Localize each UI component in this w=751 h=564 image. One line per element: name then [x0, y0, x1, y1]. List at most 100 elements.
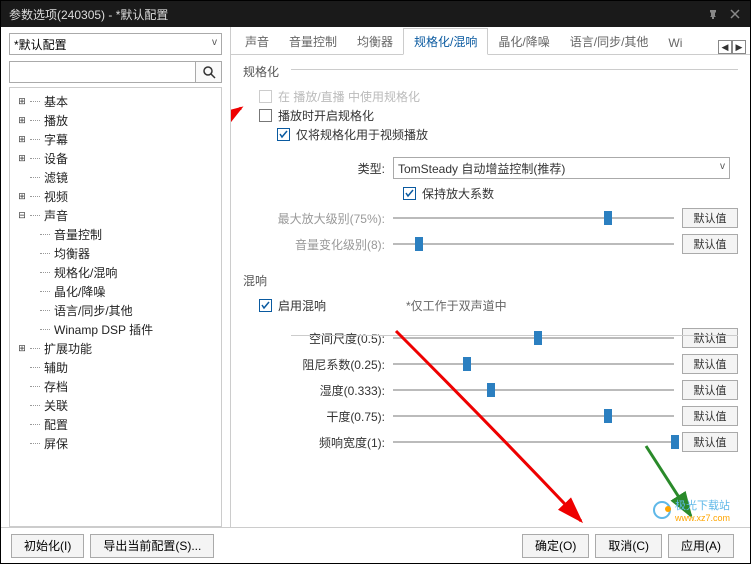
- live-normalize-checkbox[interactable]: [259, 90, 272, 103]
- tree-item-label: 关联: [44, 397, 68, 414]
- tab[interactable]: 均衡器: [347, 29, 403, 54]
- type-label: 类型:: [243, 160, 393, 177]
- minus-icon[interactable]: ⊟: [16, 210, 28, 222]
- default-button-maxamp[interactable]: 默认值: [682, 208, 738, 228]
- max-amp-label: 最大放大级别(75%):: [243, 210, 393, 227]
- cancel-button[interactable]: 取消(C): [595, 534, 662, 558]
- tabs: 声音音量控制均衡器规格化/混响晶化/降噪语言/同步/其他Wi ◀ ▶: [231, 27, 750, 55]
- tree-item[interactable]: ⊟ 声音: [12, 206, 219, 225]
- tree-item[interactable]: 音量控制: [12, 225, 219, 244]
- pin-icon[interactable]: [706, 7, 720, 21]
- tree-item[interactable]: Winamp DSP 插件: [12, 320, 219, 339]
- preset-select[interactable]: *默认配置 v: [9, 33, 222, 55]
- wet-slider[interactable]: [393, 383, 674, 397]
- apply-button[interactable]: 应用(A): [668, 534, 734, 558]
- tree-item[interactable]: 滤镜: [12, 168, 219, 187]
- only-video-label: 仅将规格化用于视频播放: [296, 126, 428, 143]
- default-button-wet[interactable]: 默认值: [682, 380, 738, 400]
- default-button-room[interactable]: 默认值: [682, 328, 738, 348]
- tree-item-label: 配置: [44, 416, 68, 433]
- onplay-normalize-label: 播放时开启规格化: [278, 107, 374, 124]
- room-slider[interactable]: [393, 331, 674, 345]
- width-slider[interactable]: [393, 435, 674, 449]
- tree-leaf-icon: [16, 381, 28, 393]
- onplay-normalize-checkbox[interactable]: [259, 109, 272, 122]
- tree-item[interactable]: 配置: [12, 415, 219, 434]
- max-amp-slider[interactable]: [393, 211, 674, 225]
- damp-slider[interactable]: [393, 357, 674, 371]
- type-select-value: TomSteady 自动增益控制(推荐): [398, 162, 565, 176]
- tree-item-label: 晶化/降噪: [54, 283, 105, 300]
- tree-item[interactable]: ⊞ 设备: [12, 149, 219, 168]
- tab[interactable]: 规格化/混响: [403, 28, 488, 55]
- tree-item[interactable]: 语言/同步/其他: [12, 301, 219, 320]
- tree-item[interactable]: 辅助: [12, 358, 219, 377]
- tab[interactable]: 晶化/降噪: [488, 29, 559, 54]
- tree-leaf-icon: [16, 400, 28, 412]
- tab[interactable]: 音量控制: [279, 29, 347, 54]
- tree-item[interactable]: ⊞ 扩展功能: [12, 339, 219, 358]
- tree-item-label: 视频: [44, 188, 68, 205]
- search-input[interactable]: [9, 61, 196, 83]
- tabs-scroll-left[interactable]: ◀: [718, 40, 732, 54]
- sidebar: *默认配置 v ⊞ 基本 ⊞ 播放 ⊞ 字幕 ⊞ 设备滤镜 ⊞ 视频 ⊟ 声音音量控制均衡器规格化/混…: [1, 27, 231, 527]
- tree-item-label: 声音: [44, 207, 68, 224]
- tree-item-label: 均衡器: [54, 245, 90, 262]
- default-button-damp[interactable]: 默认值: [682, 354, 738, 374]
- damp-label: 阻尼系数(0.25):: [243, 356, 393, 373]
- tabs-scroll-right[interactable]: ▶: [732, 40, 746, 54]
- default-button-dry[interactable]: 默认值: [682, 406, 738, 426]
- init-button[interactable]: 初始化(I): [11, 534, 84, 558]
- plus-icon[interactable]: ⊞: [16, 134, 28, 146]
- keep-coef-label: 保持放大系数: [422, 185, 494, 202]
- dry-slider[interactable]: [393, 409, 674, 423]
- tree-item-label: 基本: [44, 93, 68, 110]
- tree-item[interactable]: 关联: [12, 396, 219, 415]
- live-normalize-label: 在 播放/直播 中使用规格化: [278, 88, 420, 105]
- reverb-enable-checkbox[interactable]: [259, 299, 272, 312]
- tree-item[interactable]: ⊞ 基本: [12, 92, 219, 111]
- tree-item-label: 字幕: [44, 131, 68, 148]
- tree-item[interactable]: ⊞ 字幕: [12, 130, 219, 149]
- plus-icon[interactable]: ⊞: [16, 191, 28, 203]
- keep-coef-checkbox[interactable]: [403, 187, 416, 200]
- reverb-note: *仅工作于双声道中: [406, 297, 507, 314]
- vol-change-label: 音量变化级别(8):: [243, 236, 393, 253]
- close-icon[interactable]: [728, 7, 742, 21]
- tree-item[interactable]: 规格化/混响: [12, 263, 219, 282]
- default-button-width[interactable]: 默认值: [682, 432, 738, 452]
- plus-icon[interactable]: ⊞: [16, 115, 28, 127]
- tree-item-label: 辅助: [44, 359, 68, 376]
- tree-item[interactable]: 均衡器: [12, 244, 219, 263]
- plus-icon[interactable]: ⊞: [16, 153, 28, 165]
- only-video-checkbox[interactable]: [277, 128, 290, 141]
- tree-item[interactable]: ⊞ 视频: [12, 187, 219, 206]
- tab[interactable]: Wi: [658, 32, 692, 54]
- vol-change-slider[interactable]: [393, 237, 674, 251]
- tree-item-label: 扩展功能: [44, 340, 92, 357]
- tree-leaf-icon: [16, 438, 28, 450]
- tree-item[interactable]: 屏保: [12, 434, 219, 453]
- tree-item-label: 存档: [44, 378, 68, 395]
- tree-item-label: 屏保: [44, 435, 68, 452]
- tree-leaf-icon: [16, 172, 28, 184]
- ok-button[interactable]: 确定(O): [522, 534, 589, 558]
- tree-item[interactable]: ⊞ 播放: [12, 111, 219, 130]
- tab[interactable]: 声音: [235, 29, 279, 54]
- plus-icon[interactable]: ⊞: [16, 96, 28, 108]
- tab[interactable]: 语言/同步/其他: [560, 29, 659, 54]
- tree-item-label: Winamp DSP 插件: [54, 321, 153, 338]
- normalize-group-title: 规格化: [243, 63, 738, 80]
- tree-item-label: 播放: [44, 112, 68, 129]
- tree-item[interactable]: 存档: [12, 377, 219, 396]
- tree-leaf-icon: [16, 362, 28, 374]
- tree-item[interactable]: 晶化/降噪: [12, 282, 219, 301]
- default-button-volchange[interactable]: 默认值: [682, 234, 738, 254]
- type-select[interactable]: TomSteady 自动增益控制(推荐) v: [393, 157, 730, 179]
- tree-item-label: 设备: [44, 150, 68, 167]
- plus-icon[interactable]: ⊞: [16, 343, 28, 355]
- search-button[interactable]: [196, 61, 222, 83]
- export-button[interactable]: 导出当前配置(S)...: [90, 534, 214, 558]
- wet-label: 湿度(0.333):: [243, 382, 393, 399]
- chevron-down-icon: v: [720, 161, 725, 172]
